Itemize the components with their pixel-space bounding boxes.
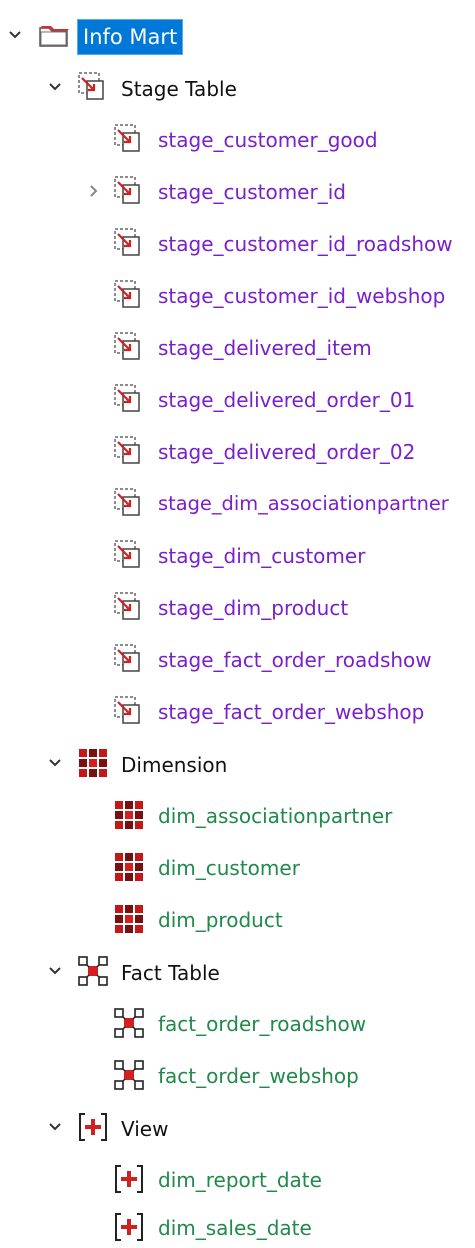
stage-table-icon bbox=[112, 486, 146, 520]
tree-item-label[interactable]: stage_dim_customer bbox=[158, 542, 365, 570]
chevron-down-icon[interactable] bbox=[7, 27, 23, 43]
stage-table-icon bbox=[112, 278, 146, 312]
tree-item-label[interactable]: stage_delivered_item bbox=[158, 334, 372, 362]
dimension-icon bbox=[76, 746, 110, 780]
stage-table-icon bbox=[112, 330, 146, 364]
object-tree: Info Mart Stage Table stage_customer_goo… bbox=[0, 0, 475, 1247]
stage-table-icon bbox=[112, 590, 146, 624]
tree-item-label[interactable]: stage_delivered_order_02 bbox=[158, 438, 415, 466]
stage-table-icon bbox=[112, 434, 146, 468]
chevron-right-icon[interactable] bbox=[86, 183, 102, 199]
tree-item-label[interactable]: stage_dim_product bbox=[158, 594, 348, 622]
dimension-icon bbox=[112, 850, 146, 884]
tree-item-label[interactable]: fact_order_roadshow bbox=[158, 1010, 366, 1038]
view-icon bbox=[112, 1162, 146, 1196]
tree-item-label[interactable]: stage_customer_id_webshop bbox=[158, 282, 445, 310]
tree-group-label[interactable]: Stage Table bbox=[121, 75, 237, 103]
tree-item-label[interactable]: dim_product bbox=[158, 906, 283, 934]
tree-root-label[interactable]: Info Mart bbox=[77, 19, 184, 55]
fact-table-icon bbox=[112, 1006, 146, 1040]
tree-item-label[interactable]: stage_dim_associationpartner bbox=[158, 490, 449, 518]
tree-item-label[interactable]: dim_sales_date bbox=[158, 1214, 312, 1242]
dimension-icon bbox=[112, 798, 146, 832]
tree-item-label[interactable]: fact_order_webshop bbox=[158, 1062, 359, 1090]
stage-table-icon bbox=[76, 70, 110, 104]
view-icon bbox=[76, 1110, 110, 1144]
tree-item-label[interactable]: stage_customer_good bbox=[158, 126, 378, 154]
folder-icon bbox=[37, 18, 71, 52]
chevron-down-icon[interactable] bbox=[47, 755, 63, 771]
tree-item-label[interactable]: stage_fact_order_roadshow bbox=[158, 646, 432, 674]
tree-item-label[interactable]: stage_customer_id_roadshow bbox=[158, 230, 453, 258]
tree-item-label[interactable]: stage_customer_id bbox=[158, 178, 346, 206]
view-icon bbox=[112, 1210, 146, 1244]
chevron-down-icon[interactable] bbox=[47, 1119, 63, 1135]
chevron-down-icon[interactable] bbox=[47, 963, 63, 979]
fact-table-icon bbox=[112, 1058, 146, 1092]
stage-table-icon bbox=[112, 122, 146, 156]
stage-table-icon bbox=[112, 538, 146, 572]
tree-item-label[interactable]: dim_report_date bbox=[158, 1166, 322, 1194]
tree-group-label[interactable]: Dimension bbox=[121, 751, 227, 779]
tree-item-label[interactable]: stage_delivered_order_01 bbox=[158, 386, 415, 414]
stage-table-icon bbox=[112, 226, 146, 260]
tree-group-label[interactable]: Fact Table bbox=[121, 959, 220, 987]
tree-group-label[interactable]: View bbox=[121, 1115, 168, 1143]
dimension-icon bbox=[112, 902, 146, 936]
fact-table-icon bbox=[76, 954, 110, 988]
stage-table-icon bbox=[112, 382, 146, 416]
tree-item-label[interactable]: dim_associationpartner bbox=[158, 802, 392, 830]
chevron-down-icon[interactable] bbox=[47, 79, 63, 95]
stage-table-icon bbox=[112, 694, 146, 728]
tree-item-label[interactable]: dim_customer bbox=[158, 854, 300, 882]
stage-table-icon bbox=[112, 174, 146, 208]
stage-table-icon bbox=[112, 642, 146, 676]
tree-item-label[interactable]: stage_fact_order_webshop bbox=[158, 698, 424, 726]
